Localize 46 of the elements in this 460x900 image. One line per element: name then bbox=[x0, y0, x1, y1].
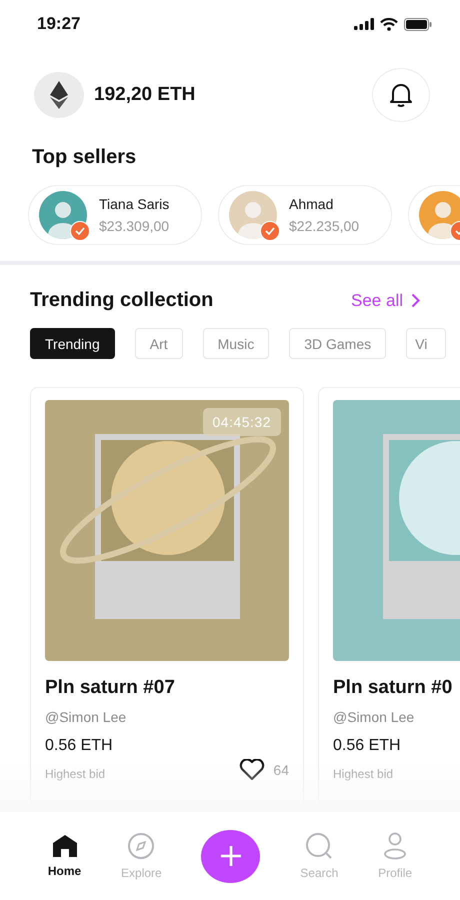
countdown-timer: 04:45:32 bbox=[202, 408, 281, 436]
wallet-balance: 192,20 ETH bbox=[94, 84, 196, 106]
nav-tab[interactable]: Home bbox=[48, 834, 82, 878]
battery-icon bbox=[404, 18, 432, 30]
category-tab[interactable]: Music bbox=[202, 328, 270, 359]
chevron-right-icon bbox=[411, 293, 420, 308]
profile-icon bbox=[383, 832, 408, 860]
nft-card[interactable]: 04:45:32 Pln saturn #07 @Simon Lee 0.56 ETH Highest bid 64 bbox=[30, 387, 304, 807]
nft-title: Pln saturn #0 bbox=[333, 677, 454, 699]
category-tab[interactable]: 3D Games bbox=[289, 328, 386, 359]
search-icon bbox=[305, 832, 334, 860]
plus-icon bbox=[220, 845, 242, 867]
nft-title: Pln saturn #07 bbox=[45, 677, 176, 699]
heart-icon[interactable] bbox=[239, 759, 266, 781]
bell-icon bbox=[389, 82, 413, 108]
nav-tab[interactable]: Explore bbox=[121, 832, 162, 880]
wifi-icon bbox=[380, 18, 398, 30]
avatar bbox=[229, 191, 277, 239]
status-time: 19:27 bbox=[37, 14, 80, 34]
seller-amount: $23.309,00 bbox=[99, 218, 170, 234]
price-label: Highest bid bbox=[333, 767, 394, 781]
compass-icon bbox=[127, 832, 156, 860]
section-title: Trending collection bbox=[30, 289, 214, 312]
nft-price: 0.56 ETH bbox=[333, 737, 401, 755]
nav-tab[interactable]: Profile bbox=[378, 832, 412, 880]
ethereum-logo bbox=[34, 72, 84, 118]
category-tab[interactable]: Trending bbox=[30, 328, 115, 359]
seller-name: Ahmad bbox=[289, 196, 334, 212]
seller-name: Tiana Saris bbox=[99, 196, 170, 212]
category-tab[interactable]: Art bbox=[134, 328, 183, 359]
nft-card[interactable]: Pln saturn #0 @Simon Lee 0.56 ETH Highest bid bbox=[318, 387, 460, 807]
seller-card[interactable]: Tiana Saris $23.309,00 bbox=[28, 185, 202, 245]
section-title: Top sellers bbox=[31, 145, 138, 169]
home-icon bbox=[52, 834, 78, 858]
see-all-link[interactable]: See all bbox=[351, 290, 420, 310]
nav-tab[interactable]: Search bbox=[300, 832, 338, 880]
nft-author: @Simon Lee bbox=[45, 709, 128, 725]
nft-author: @Simon Lee bbox=[333, 709, 416, 725]
seller-amount: $22.235,00 bbox=[289, 218, 360, 234]
avatar bbox=[39, 191, 87, 239]
nft-price: 0.56 ETH bbox=[45, 737, 113, 755]
signal-icon bbox=[354, 18, 374, 30]
category-tab[interactable]: Vi bbox=[406, 328, 446, 359]
price-label: Highest bid bbox=[45, 767, 106, 781]
seller-card[interactable]: Ahmad $22.235,00 bbox=[218, 185, 392, 245]
like-count: 64 bbox=[273, 762, 289, 778]
